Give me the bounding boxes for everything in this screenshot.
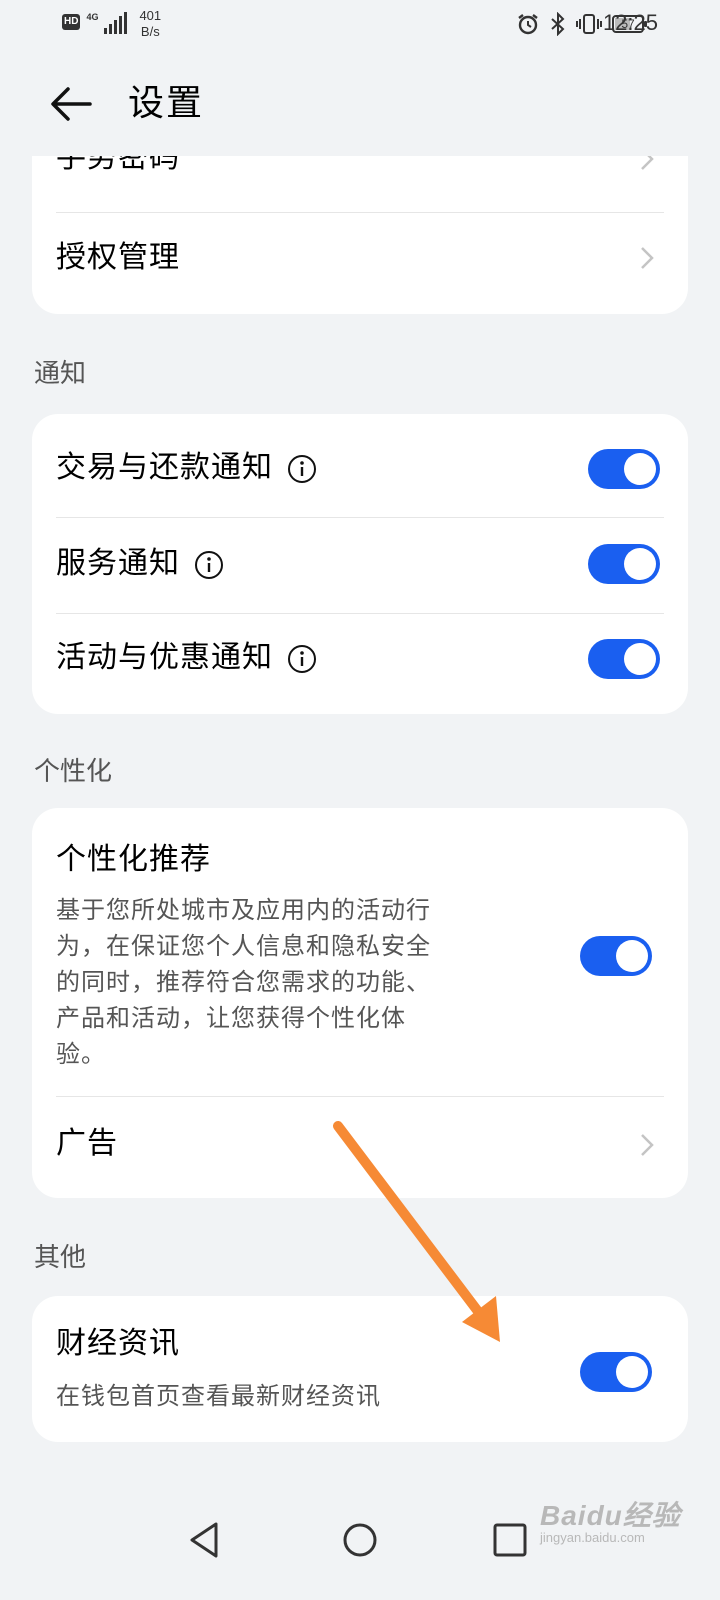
toggle-switch[interactable] [588,639,660,679]
divider [56,1096,664,1097]
toggle-switch[interactable] [580,936,652,976]
others-card: 财经资讯 在钱包首页查看最新财经资讯 [32,1296,688,1442]
battery-level: 57 [621,17,635,31]
chevron-right-icon [641,247,654,269]
recommendation-desc-line: 验。 [56,1040,106,1068]
gesture-password-label: 手势密码 [56,156,180,175]
notification-label: 服务通知 [56,546,180,581]
recommendation-desc-line: 的同时，推荐符合您需求的功能、 [56,968,431,996]
section-title-notifications: 通知 [34,359,87,389]
notification-row-transactions[interactable]: 交易与还款通知 [56,422,664,516]
toggle-switch[interactable] [580,1352,652,1392]
notification-row-service[interactable]: 服务通知 [56,518,664,612]
recommendation-title: 个性化推荐 [56,842,211,877]
vibrate-icon [576,14,602,34]
alarm-icon [518,14,538,35]
app-header: 设置 [0,62,720,148]
recommendation-desc-line: 基于您所处城市及应用内的活动行 [56,896,431,924]
nav-home-icon[interactable] [330,1510,390,1570]
watermark: Baidu经验 jingyan.baidu.com [540,1494,681,1545]
recommendation-desc-line: 为，在保证您个人信息和隐私安全 [56,932,431,960]
data-rate-value: 401 [139,8,162,23]
ads-label: 广告 [56,1126,118,1161]
chevron-right-icon [641,1134,654,1156]
authorization-label: 授权管理 [56,240,180,275]
info-icon[interactable] [287,454,317,484]
settings-list[interactable]: 手势密码 授权管理 通知 交易与还款通知 服务通知 活动与优惠通知 个性化 个性… [0,156,720,1484]
notification-row-promotions[interactable]: 活动与优惠通知 [56,614,664,708]
finance-news-desc: 在钱包首页查看最新财经资讯 [56,1382,381,1410]
chevron-right-icon [641,156,654,170]
network-type: 4G [86,12,99,22]
security-card: 手势密码 授权管理 [32,156,688,314]
back-button[interactable] [46,80,94,128]
divider [56,212,664,213]
watermark-logo: Baidu经验 [540,1500,681,1531]
gesture-password-row[interactable]: 手势密码 [56,156,664,206]
data-rate-unit: B/s [140,24,160,39]
recommendation-desc-line: 产品和活动，让您获得个性化体 [56,1004,406,1032]
section-title-personalization: 个性化 [34,757,113,787]
bluetooth-icon [551,12,565,36]
info-icon[interactable] [194,550,224,580]
notification-label: 交易与还款通知 [56,450,273,485]
section-title-others: 其他 [34,1243,87,1273]
back-arrow-icon [51,87,92,121]
notification-label: 活动与优惠通知 [56,640,273,675]
authorization-row[interactable]: 授权管理 [56,216,664,312]
status-bar: HD 4G 401 B/s 57 12:25 [0,0,720,48]
nav-back-icon[interactable] [174,1510,234,1570]
nav-recents-icon[interactable] [480,1510,540,1570]
finance-news-row[interactable]: 财经资讯 在钱包首页查看最新财经资讯 [56,1318,664,1428]
info-icon[interactable] [287,644,317,674]
finance-news-title: 财经资讯 [56,1326,180,1361]
signal-icon: 4G [86,12,128,34]
watermark-url: jingyan.baidu.com [540,1530,645,1545]
data-rate: 401 B/s [139,8,161,40]
ads-row[interactable]: 广告 [56,1098,664,1194]
hd-badge: HD [62,14,81,30]
personalization-card: 个性化推荐 基于您所处城市及应用内的活动行 为，在保证您个人信息和隐私安全 的同… [32,808,688,1198]
page-title: 设置 [128,83,205,124]
personalized-recommendation-row[interactable]: 个性化推荐 基于您所处城市及应用内的活动行 为，在保证您个人信息和隐私安全 的同… [56,830,664,1098]
toggle-switch[interactable] [588,544,660,584]
toggle-switch[interactable] [588,449,660,489]
notifications-card: 交易与还款通知 服务通知 活动与优惠通知 [32,414,688,714]
status-left: HD 4G 401 B/s [62,8,161,40]
